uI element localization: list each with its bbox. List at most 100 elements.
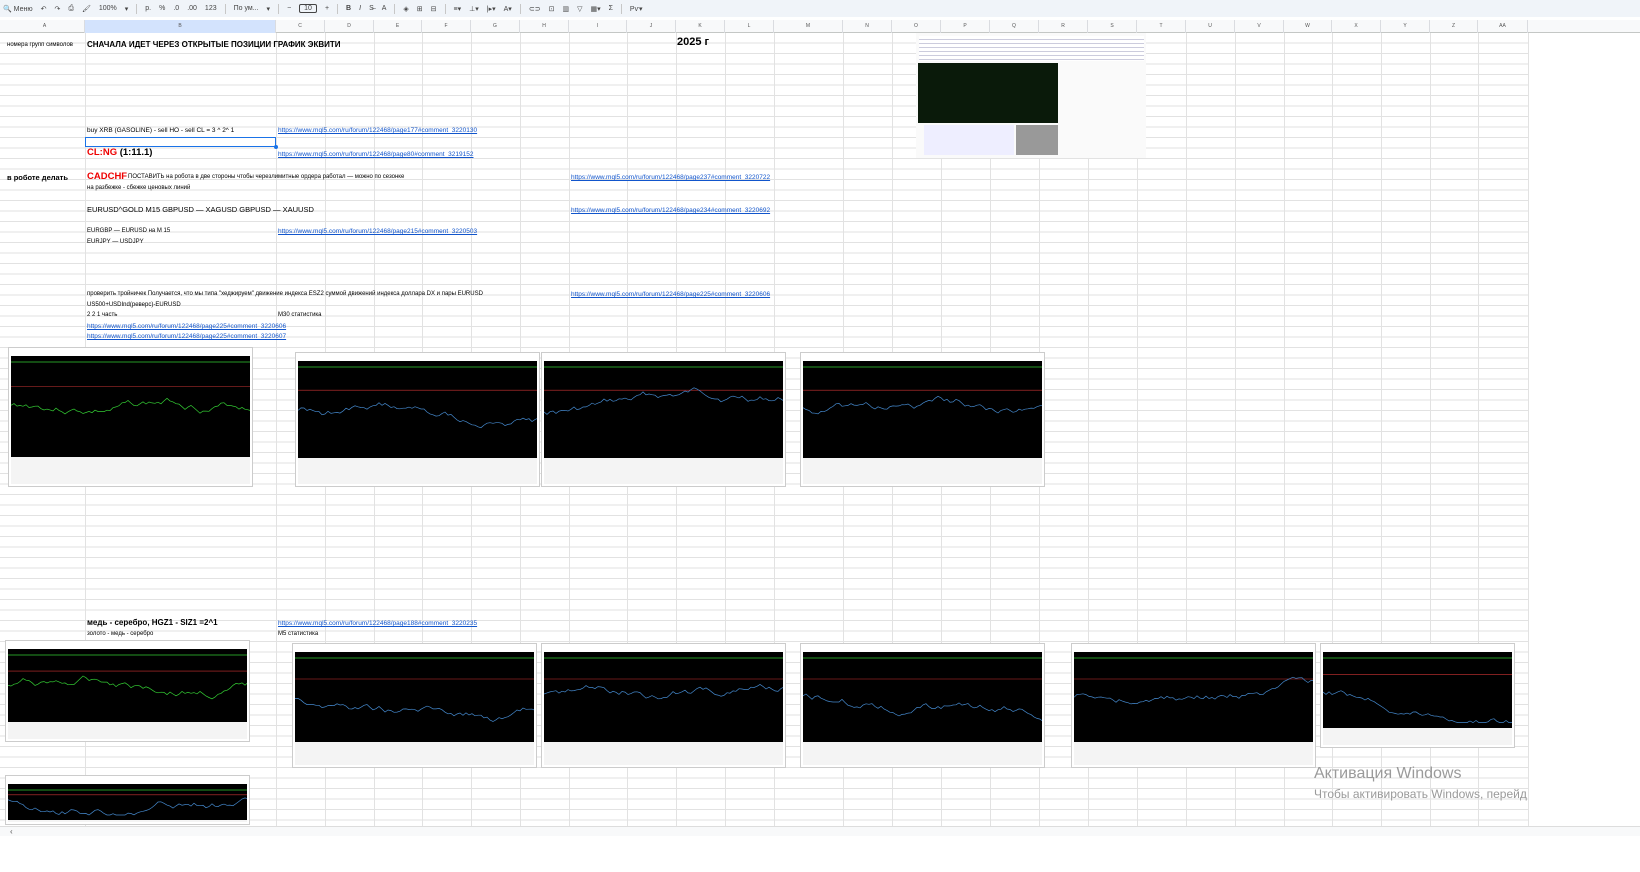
currency-button[interactable]: р. [145, 5, 151, 12]
cell-zoloto: золото - медь - серебро [87, 631, 154, 637]
filter-icon[interactable]: ▽ [577, 5, 582, 13]
percent-button[interactable]: % [159, 5, 165, 12]
increase-decimal-button[interactable]: .00 [187, 5, 197, 12]
embedded-chart-screenshot[interactable] [1071, 643, 1316, 768]
embedded-chart-screenshot[interactable] [292, 643, 537, 768]
column-header-Q[interactable]: Q [990, 20, 1039, 33]
comment-icon[interactable]: ⊡ [549, 5, 555, 13]
column-header-K[interactable]: K [676, 20, 725, 33]
column-header-H[interactable]: H [520, 20, 569, 33]
align-icon[interactable]: ≡▾ [454, 5, 462, 13]
number-format-button[interactable]: 123 [205, 5, 217, 12]
gridline [1528, 33, 1529, 826]
borders-icon[interactable]: ⊞ [417, 5, 423, 13]
embedded-chart-screenshot[interactable] [1320, 643, 1515, 748]
column-header-V[interactable]: V [1235, 20, 1284, 33]
column-header-J[interactable]: J [627, 20, 676, 33]
functions-icon[interactable]: Σ [609, 5, 613, 12]
column-header-L[interactable]: L [725, 20, 774, 33]
print-icon[interactable]: ⎙ [68, 5, 74, 13]
column-header-AA[interactable]: AA [1478, 20, 1528, 33]
forum-settings-image [924, 125, 1014, 155]
cell-razbeg: на разбежке - сбежке ценовых линий [87, 185, 191, 191]
embedded-chart-screenshot[interactable] [8, 347, 253, 487]
column-header-C[interactable]: C [276, 20, 325, 33]
link-page215[interactable]: https://www.mql5.com/ru/forum/122468/pag… [278, 228, 477, 235]
link-page80[interactable]: https://www.mql5.com/ru/forum/122468/pag… [278, 151, 473, 158]
embedded-chart-screenshot[interactable] [5, 775, 250, 825]
link-page234[interactable]: https://www.mql5.com/ru/forum/122468/pag… [571, 207, 770, 214]
windows-activation-watermark: Активация Windows Чтобы активировать Wind… [1314, 765, 1527, 801]
column-header-A[interactable]: A [5, 20, 85, 33]
link-page225-b[interactable]: https://www.mql5.com/ru/forum/122468/pag… [87, 323, 286, 330]
column-header-I[interactable]: I [569, 20, 627, 33]
wrap-icon[interactable]: |▸▾ [487, 5, 496, 13]
chevron-down-icon: ▾ [266, 5, 271, 13]
redo-icon[interactable]: ↷ [54, 5, 60, 13]
zoom-select[interactable]: 100% [99, 5, 117, 12]
undo-icon[interactable]: ↶ [41, 5, 47, 13]
selected-cell[interactable] [85, 137, 278, 149]
embedded-chart-screenshot[interactable] [800, 643, 1045, 768]
embedded-chart-screenshot[interactable] [5, 640, 250, 742]
column-header-P[interactable]: P [941, 20, 990, 33]
embedded-forum-screenshot[interactable] [916, 33, 1146, 158]
embedded-chart-screenshot[interactable] [295, 352, 540, 487]
link-icon[interactable]: ⊂⊃ [529, 5, 541, 13]
decrease-decimal-button[interactable]: .0 [173, 5, 179, 12]
horizontal-scrollbar[interactable]: ‹ [0, 826, 1640, 836]
cell-troynik: проверить тройничек Получается, что мы т… [87, 291, 483, 297]
cell-robot: в роботе делать [7, 173, 68, 182]
cell-med: медь - серебро, HGZ1 - SIZ1 =2^1 [87, 618, 218, 627]
column-header-B[interactable]: B [85, 20, 276, 33]
merge-icon[interactable]: ⊟ [431, 5, 437, 13]
bold-button[interactable]: B [346, 5, 351, 12]
column-header-X[interactable]: X [1332, 20, 1381, 33]
embedded-chart-screenshot[interactable] [800, 352, 1045, 487]
paint-format-icon[interactable]: 🖌 [82, 5, 91, 13]
text-color-icon[interactable]: A [382, 5, 387, 12]
column-header-O[interactable]: O [892, 20, 941, 33]
font-select[interactable]: По ум... [234, 5, 259, 12]
chart-terminal-table [803, 458, 1042, 484]
link-page225-c[interactable]: https://www.mql5.com/ru/forum/122468/pag… [87, 333, 286, 340]
column-header-E[interactable]: E [374, 20, 422, 33]
column-header-G[interactable]: G [471, 20, 520, 33]
embedded-chart-screenshot[interactable] [541, 643, 786, 768]
column-header-U[interactable]: U [1186, 20, 1235, 33]
cell-title: СНАЧАЛА ИДЕТ ЧЕРЕЗ ОТКРЫТЫЕ ПОЗИЦИИ ГРАФ… [87, 40, 341, 49]
link-page188[interactable]: https://www.mql5.com/ru/forum/122468/pag… [278, 620, 477, 627]
strikethrough-icon[interactable]: S̶ [369, 5, 374, 12]
column-header-S[interactable]: S [1088, 20, 1137, 33]
column-header-F[interactable]: F [422, 20, 471, 33]
italic-button[interactable]: I [359, 5, 361, 12]
link-page225-a[interactable]: https://www.mql5.com/ru/forum/122468/pag… [571, 291, 770, 298]
font-size-decrease[interactable]: − [287, 5, 291, 12]
filter-views-icon[interactable]: ▦▾ [590, 5, 600, 13]
forum-chart-image [918, 63, 1058, 123]
link-page237[interactable]: https://www.mql5.com/ru/forum/122468/pag… [571, 174, 770, 181]
cell-cadchf-text: ПОСТАВИТЬ на робота в две стороны чтобы … [128, 174, 405, 180]
search-menu[interactable]: 🔍 Меню [3, 5, 33, 13]
chart-plot [1073, 652, 1315, 742]
embedded-chart-screenshot[interactable] [541, 352, 786, 487]
input-tools-icon[interactable]: Рѵ▾ [630, 5, 643, 13]
forum-post-text [919, 36, 1144, 61]
column-header-Y[interactable]: Y [1381, 20, 1430, 33]
fill-color-icon[interactable]: ◈ [403, 5, 408, 13]
column-header-N[interactable]: N [843, 20, 892, 33]
link-page177[interactable]: https://www.mql5.com/ru/forum/122468/pag… [278, 127, 477, 134]
valign-icon[interactable]: ⊥▾ [469, 5, 479, 13]
chart-plot [7, 784, 249, 820]
column-header-T[interactable]: T [1137, 20, 1186, 33]
column-header-W[interactable]: W [1284, 20, 1332, 33]
chart-plot [10, 356, 252, 457]
font-size-input[interactable]: 10 [299, 4, 317, 13]
column-header-Z[interactable]: Z [1430, 20, 1478, 33]
column-header-M[interactable]: M [774, 20, 843, 33]
column-header-D[interactable]: D [325, 20, 374, 33]
font-size-increase[interactable]: + [325, 5, 329, 12]
column-header-R[interactable]: R [1039, 20, 1088, 33]
chart-icon[interactable]: ▥ [562, 5, 569, 13]
rotate-icon[interactable]: A▾ [504, 5, 512, 13]
